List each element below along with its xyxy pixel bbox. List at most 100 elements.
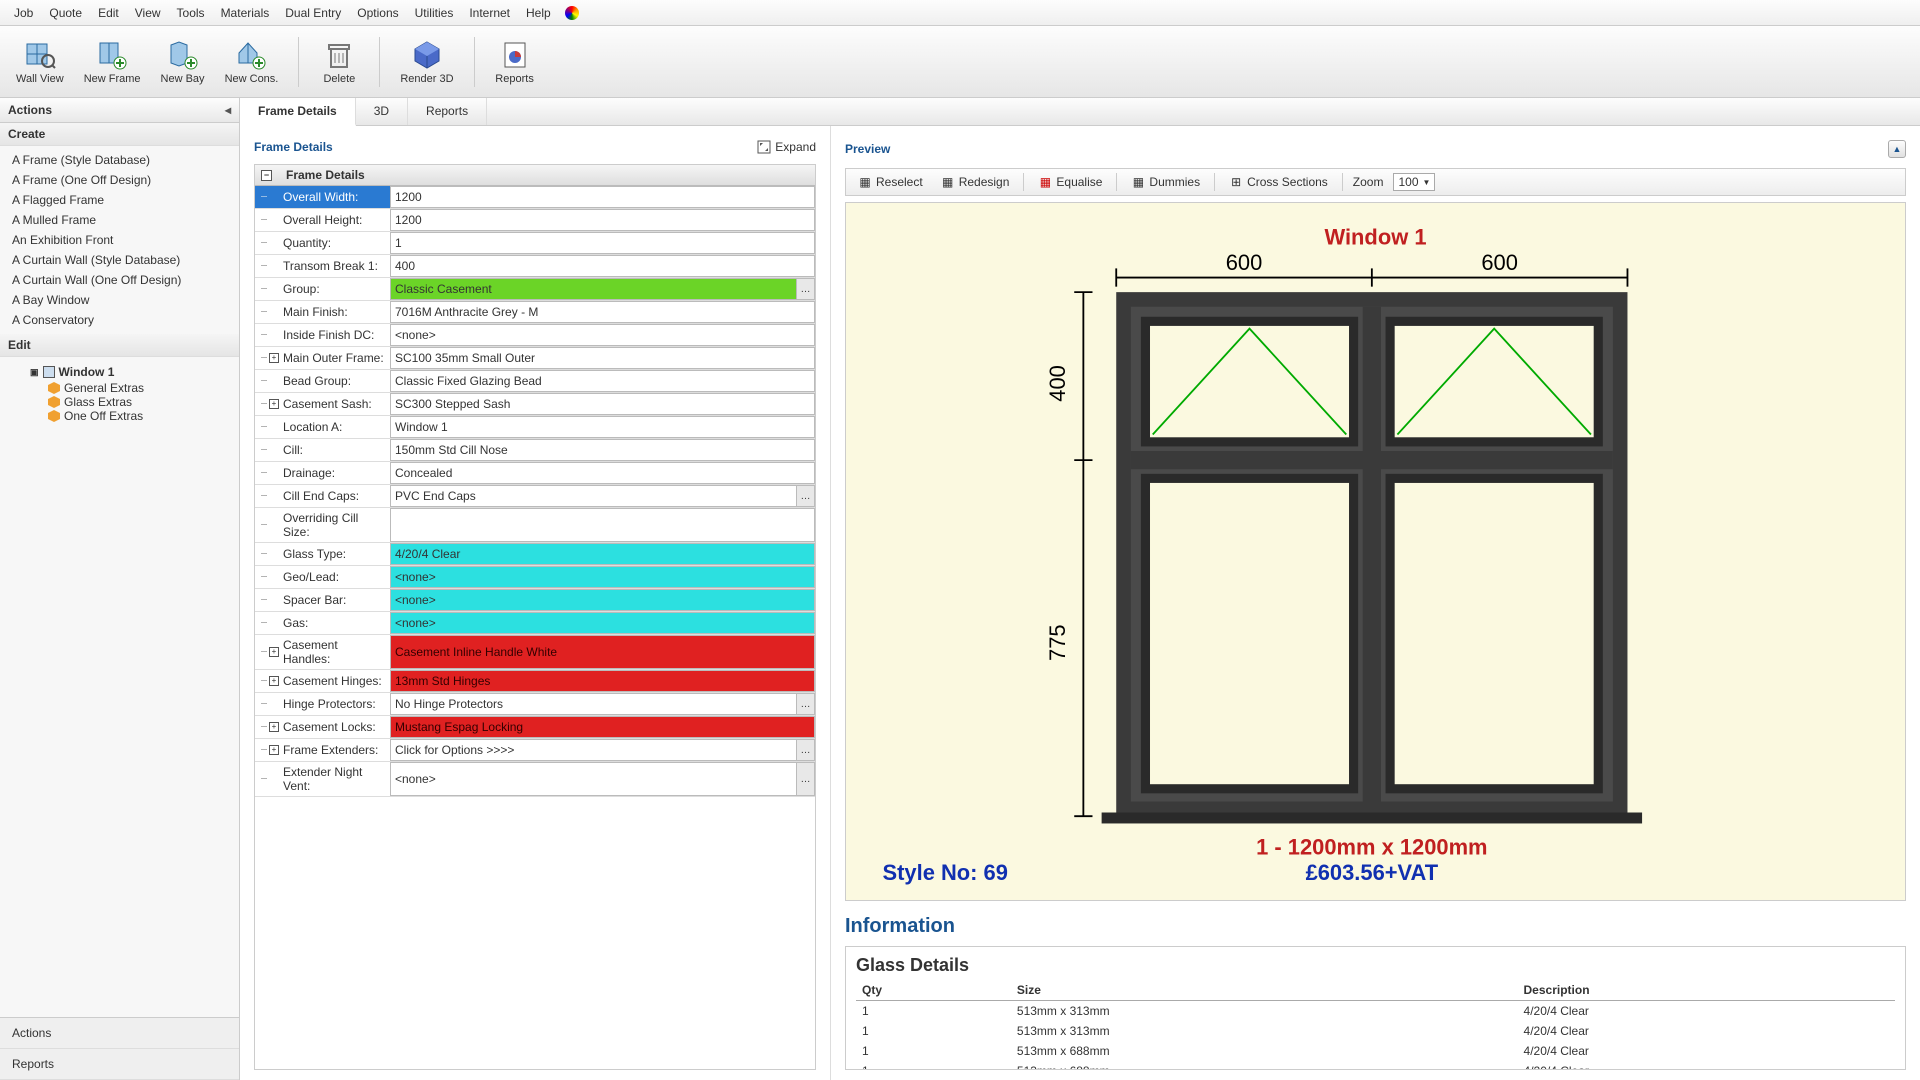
property-row[interactable]: ┄Cill:150mm Std Cill Nose [255, 439, 815, 462]
create-item[interactable]: A Curtain Wall (Style Database) [0, 250, 239, 270]
menu-quote[interactable]: Quote [41, 3, 90, 23]
expand-property-icon[interactable]: + [269, 353, 279, 363]
new-bay-button[interactable]: New Bay [151, 35, 215, 89]
property-value[interactable]: 400 [390, 255, 815, 277]
grid-group-header[interactable]: − Frame Details [255, 165, 815, 186]
new-frame-button[interactable]: New Frame [74, 35, 151, 89]
preview-canvas[interactable]: Window 1 600 600 400 775 [845, 202, 1906, 901]
ellipsis-button[interactable]: … [796, 740, 814, 760]
property-value[interactable]: <none> [390, 612, 815, 634]
property-row[interactable]: ┄Extender Night Vent:<none>… [255, 762, 815, 797]
property-value[interactable]: Concealed [390, 462, 815, 484]
tab-3d[interactable]: 3D [356, 98, 408, 125]
property-value[interactable]: <none> [390, 589, 815, 611]
property-value[interactable]: PVC End Caps… [390, 485, 815, 507]
property-row[interactable]: ┄Cill End Caps:PVC End Caps… [255, 485, 815, 508]
property-row[interactable]: ┄Quantity:1 [255, 232, 815, 255]
menu-job[interactable]: Job [6, 3, 41, 23]
property-row[interactable]: ┄Main Finish:7016M Anthracite Grey - M [255, 301, 815, 324]
property-row[interactable]: ┄+Casement Sash:SC300 Stepped Sash [255, 393, 815, 416]
expand-property-icon[interactable]: + [269, 676, 279, 686]
property-value[interactable]: <none> [390, 324, 815, 346]
expand-property-icon[interactable]: + [269, 722, 279, 732]
menu-view[interactable]: View [127, 3, 169, 23]
ellipsis-button[interactable]: … [796, 486, 814, 506]
menu-internet[interactable]: Internet [461, 3, 518, 23]
reports-button[interactable]: Reports [485, 35, 545, 89]
new-cons-button[interactable]: New Cons. [215, 35, 289, 89]
tree-general-extras[interactable]: General Extras [10, 381, 229, 395]
menu-help[interactable]: Help [518, 3, 559, 23]
property-value[interactable]: 1200 [390, 186, 815, 208]
create-item[interactable]: A Bay Window [0, 290, 239, 310]
tree-one-off-extras[interactable]: One Off Extras [10, 409, 229, 423]
ellipsis-button[interactable]: … [796, 763, 814, 795]
tab-frame-details[interactable]: Frame Details [240, 98, 356, 126]
property-value[interactable]: 1 [390, 232, 815, 254]
property-row[interactable]: ┄Overall Width:1200 [255, 186, 815, 209]
reselect-button[interactable]: ▦Reselect [854, 173, 927, 191]
menu-dual-entry[interactable]: Dual Entry [277, 3, 349, 23]
property-row[interactable]: ┄Transom Break 1:400 [255, 255, 815, 278]
menu-materials[interactable]: Materials [213, 3, 278, 23]
property-value[interactable]: SC300 Stepped Sash [390, 393, 815, 415]
sidebar-tab-reports[interactable]: Reports [0, 1049, 239, 1080]
property-value[interactable]: 13mm Std Hinges [390, 670, 815, 692]
property-row[interactable]: ┄Overall Height:1200 [255, 209, 815, 232]
cross-sections-button[interactable]: ⊞Cross Sections [1225, 173, 1332, 191]
property-value[interactable]: 1200 [390, 209, 815, 231]
create-item[interactable]: An Exhibition Front [0, 230, 239, 250]
property-row[interactable]: ┄Inside Finish DC:<none> [255, 324, 815, 347]
property-row[interactable]: ┄Overriding Cill Size: [255, 508, 815, 543]
tab-reports[interactable]: Reports [408, 98, 487, 125]
create-item[interactable]: A Frame (One Off Design) [0, 170, 239, 190]
render-3d-button[interactable]: Render 3D [390, 35, 463, 89]
property-value[interactable]: 7016M Anthracite Grey - M [390, 301, 815, 323]
property-value[interactable]: Classic Casement… [390, 278, 815, 300]
zoom-dropdown[interactable]: 100▼ [1393, 173, 1435, 191]
expand-property-icon[interactable]: + [269, 745, 279, 755]
property-row[interactable]: ┄Drainage:Concealed [255, 462, 815, 485]
create-item[interactable]: A Flagged Frame [0, 190, 239, 210]
menu-utilities[interactable]: Utilities [407, 3, 462, 23]
create-item[interactable]: A Mulled Frame [0, 210, 239, 230]
property-row[interactable]: ┄Geo/Lead:<none> [255, 566, 815, 589]
property-row[interactable]: ┄+Frame Extenders:Click for Options >>>>… [255, 739, 815, 762]
tree-window-1[interactable]: ▣Window 1 [10, 363, 229, 381]
property-value[interactable]: <none> [390, 566, 815, 588]
property-row[interactable]: ┄Location A:Window 1 [255, 416, 815, 439]
expand-property-icon[interactable]: + [269, 647, 279, 657]
property-value[interactable]: Click for Options >>>>… [390, 739, 815, 761]
redesign-button[interactable]: ▦Redesign [937, 173, 1014, 191]
information-body[interactable]: Glass Details Qty Size Description 1513m… [845, 946, 1906, 1070]
property-value[interactable]: Classic Fixed Glazing Bead [390, 370, 815, 392]
property-value[interactable] [390, 508, 815, 542]
property-row[interactable]: ┄Gas:<none> [255, 612, 815, 635]
property-row[interactable]: ┄Hinge Protectors:No Hinge Protectors… [255, 693, 815, 716]
menu-edit[interactable]: Edit [90, 3, 127, 23]
tree-glass-extras[interactable]: Glass Extras [10, 395, 229, 409]
expand-button[interactable]: Expand [757, 140, 816, 154]
ellipsis-button[interactable]: … [796, 279, 814, 299]
properties-grid[interactable]: − Frame Details ┄Overall Width:1200┄Over… [254, 164, 816, 1070]
property-row[interactable]: ┄+Casement Handles:Casement Inline Handl… [255, 635, 815, 670]
property-value[interactable]: Window 1 [390, 416, 815, 438]
menu-tools[interactable]: Tools [169, 3, 213, 23]
create-item[interactable]: A Curtain Wall (One Off Design) [0, 270, 239, 290]
property-row[interactable]: ┄+Main Outer Frame:SC100 35mm Small Oute… [255, 347, 815, 370]
sidebar-tab-actions[interactable]: Actions [0, 1018, 239, 1049]
collapse-sidebar-icon[interactable]: ◂ [225, 103, 231, 117]
property-row[interactable]: ┄Glass Type:4/20/4 Clear [255, 543, 815, 566]
property-row[interactable]: ┄Bead Group:Classic Fixed Glazing Bead [255, 370, 815, 393]
create-item[interactable]: A Frame (Style Database) [0, 150, 239, 170]
dummies-button[interactable]: ▦Dummies [1127, 173, 1204, 191]
equalise-button[interactable]: ▦Equalise [1034, 173, 1106, 191]
expand-property-icon[interactable]: + [269, 399, 279, 409]
collapse-group-icon[interactable]: − [261, 170, 272, 181]
property-row[interactable]: ┄Spacer Bar:<none> [255, 589, 815, 612]
property-value[interactable]: 4/20/4 Clear [390, 543, 815, 565]
property-row[interactable]: ┄+Casement Hinges:13mm Std Hinges [255, 670, 815, 693]
property-value[interactable]: No Hinge Protectors… [390, 693, 815, 715]
property-value[interactable]: Casement Inline Handle White [390, 635, 815, 669]
property-value[interactable]: SC100 35mm Small Outer [390, 347, 815, 369]
